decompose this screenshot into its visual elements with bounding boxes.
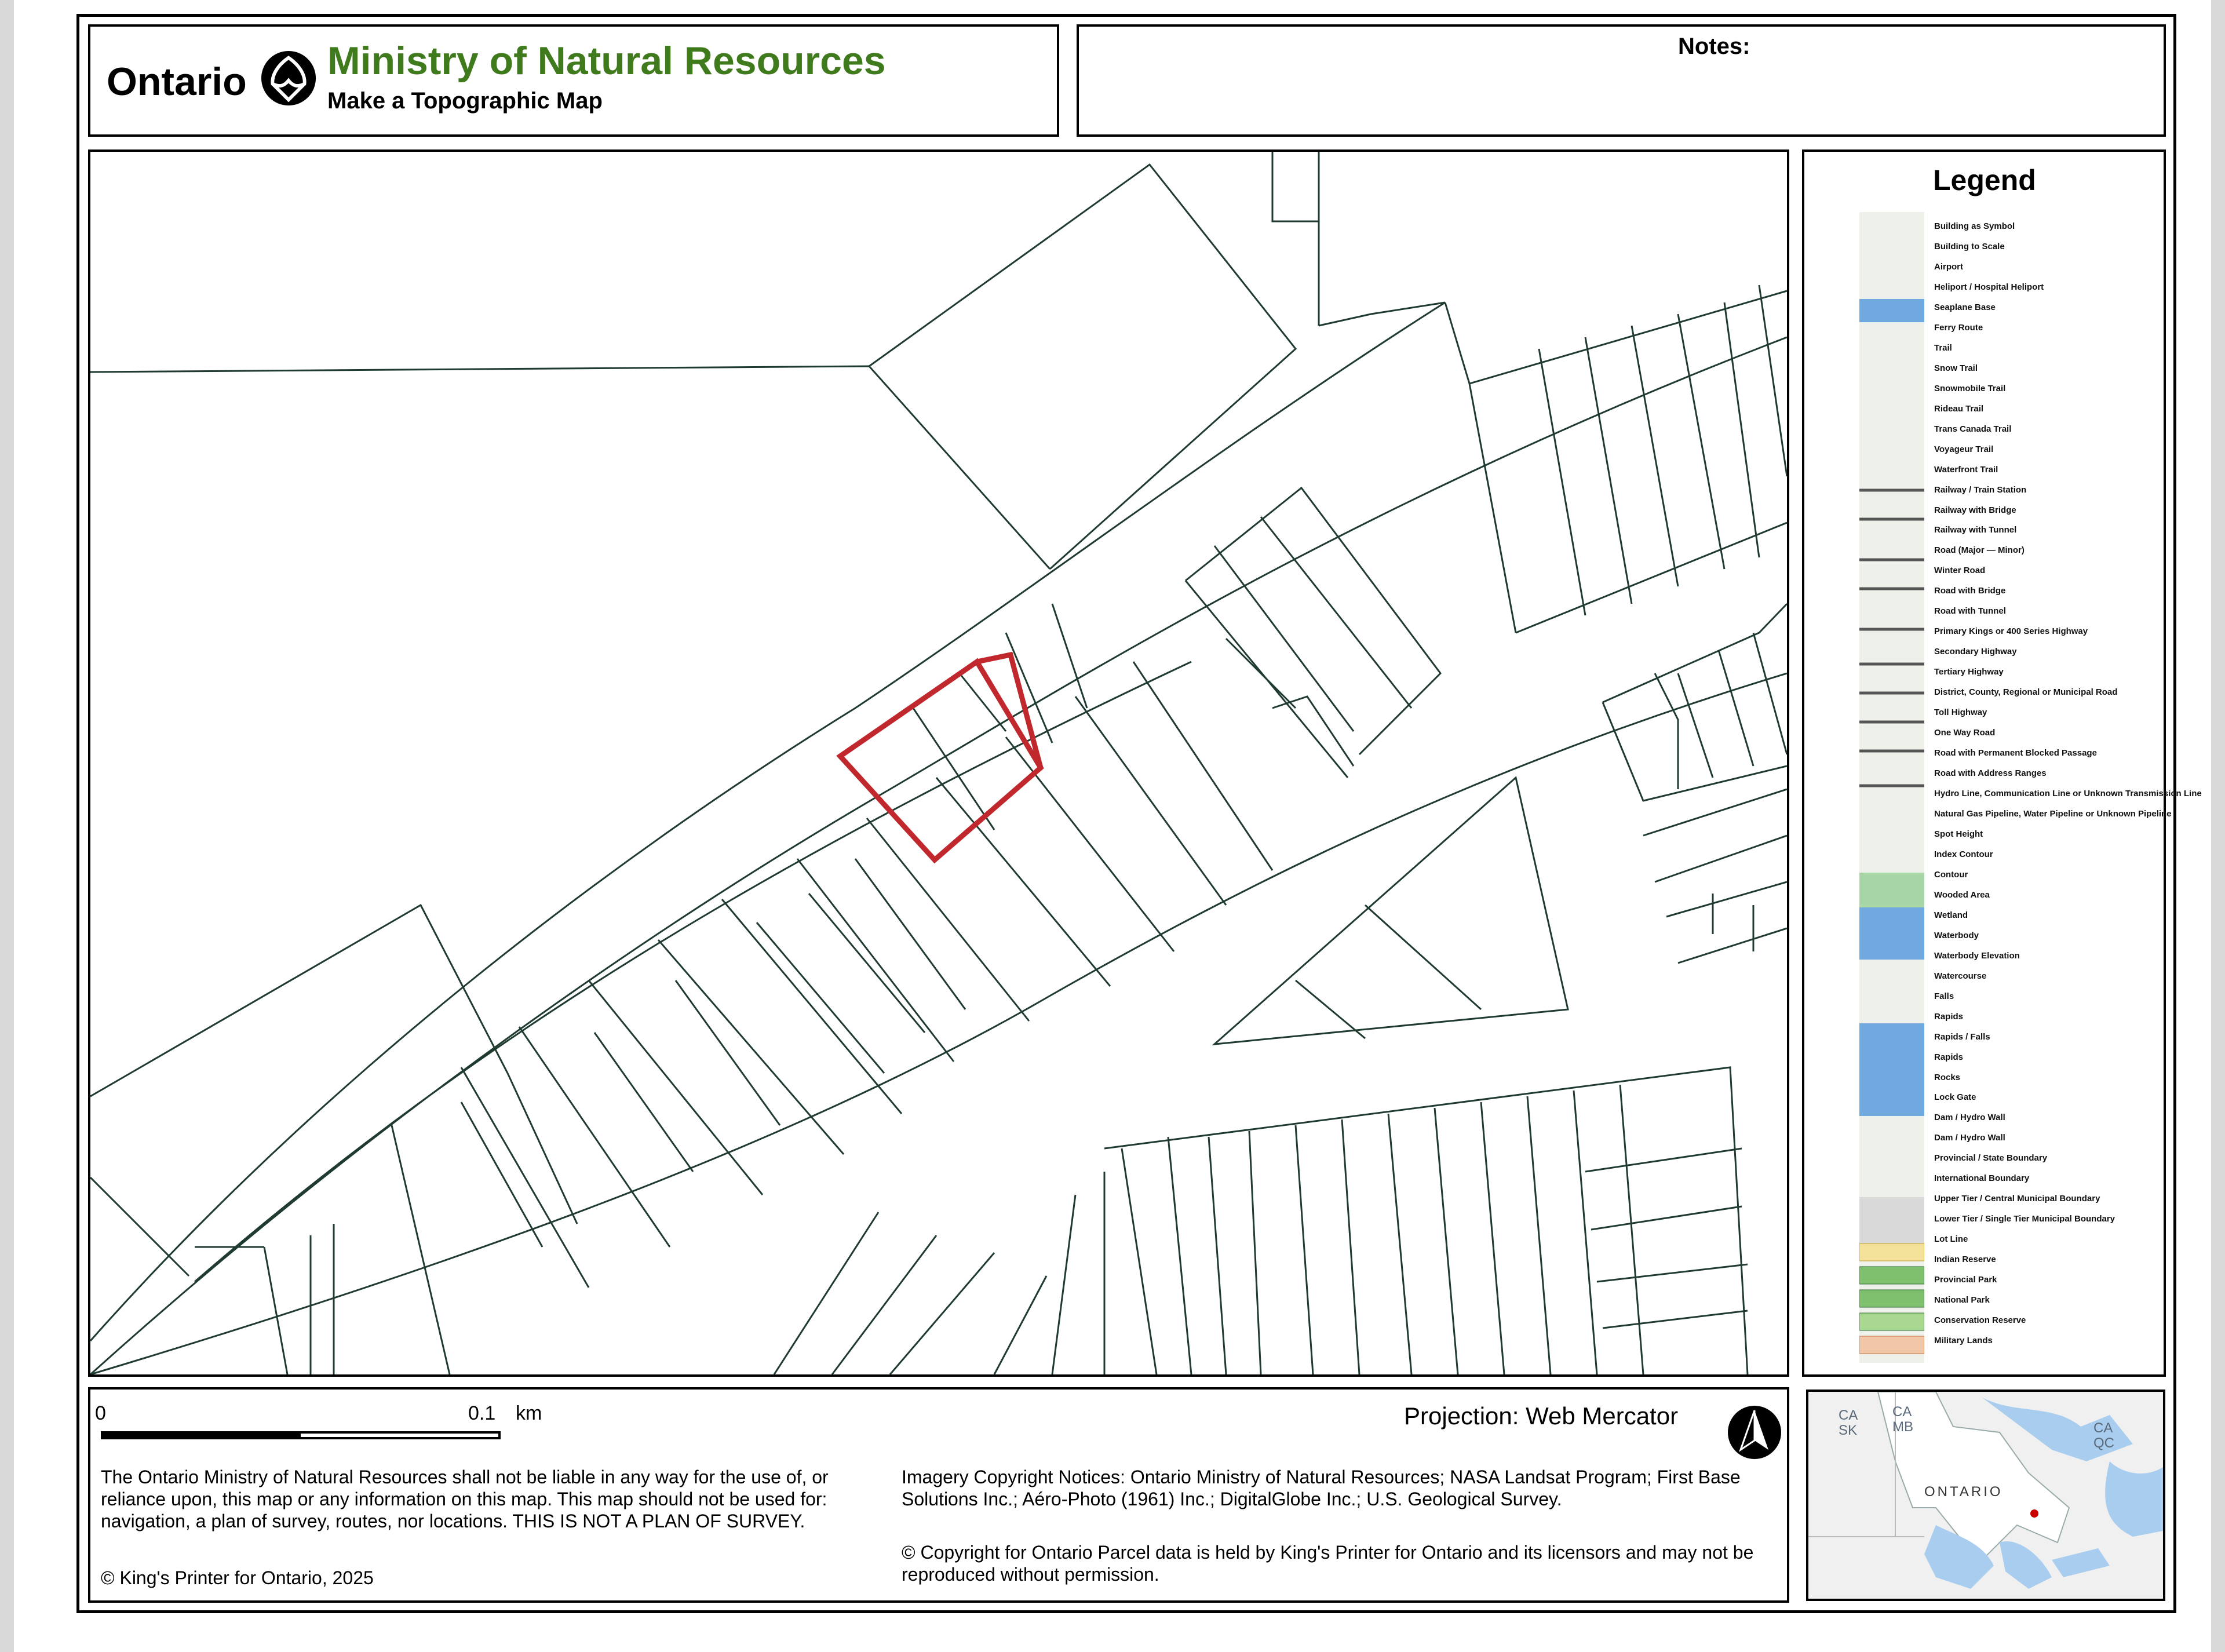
legend-panel — [1802, 149, 2166, 1377]
legend-item: National Park — [1934, 1295, 1990, 1305]
legend-item: Waterbody Elevation — [1934, 950, 2020, 961]
legend-item: Dam / Hydro Wall — [1934, 1113, 2005, 1123]
legend-item: Waterfront Trail — [1934, 464, 1998, 475]
legend-item: Rapids — [1934, 1011, 1964, 1022]
scale-bar — [101, 1431, 501, 1439]
legend-item: Spot Height — [1934, 829, 1983, 839]
legend-item: Upper Tier / Central Municipal Boundary — [1934, 1194, 2100, 1204]
imagery-copyright-notice: Imagery Copyright Notices: Ontario Minis… — [902, 1467, 1741, 1509]
trillium-logo-icon — [261, 50, 316, 106]
legend-item: Trans Canada Trail — [1934, 424, 2012, 434]
legend-item: Rideau Trail — [1934, 403, 1984, 414]
inset-label-qc: CA QC — [2093, 1420, 2114, 1451]
legend-item: Building to Scale — [1934, 241, 2005, 251]
legend-item: Snowmobile Trail — [1934, 383, 2006, 393]
legend-item: Winter Road — [1934, 566, 1986, 576]
legend-item: Road with Tunnel — [1934, 606, 2006, 617]
legend-item: Lock Gate — [1934, 1092, 1976, 1103]
legend-item: Rocks — [1934, 1072, 1961, 1082]
legend-item: Airport — [1934, 261, 1963, 272]
scale-zero-label: 0 — [95, 1402, 106, 1424]
legend-item: Tertiary Highway — [1934, 667, 2004, 677]
legend-item: Dam / Hydro Wall — [1934, 1133, 2005, 1143]
notes-box[interactable] — [1077, 24, 2166, 137]
ontario-logo-word: Ontario — [107, 60, 247, 104]
legend-item: One Way Road — [1934, 728, 1996, 738]
legend-item: Ferry Route — [1934, 322, 1983, 333]
legend-item: Index Contour — [1934, 849, 1993, 859]
legend-item: Secondary Highway — [1934, 647, 2017, 657]
legend-item: Falls — [1934, 991, 1954, 1001]
inset-label-sk: CA SK — [1839, 1407, 1858, 1438]
legend-item: Provincial Park — [1934, 1275, 1997, 1285]
legend-item: Railway with Bridge — [1934, 505, 2016, 515]
legend-item: Natural Gas Pipeline, Water Pipeline or … — [1934, 808, 2172, 819]
legend-item: Railway / Train Station — [1934, 484, 2027, 495]
legend-item: Trail — [1934, 342, 1952, 353]
legend-title: Legend — [1933, 164, 2036, 196]
legend-item: Road with Address Ranges — [1934, 768, 2047, 779]
legend-item: Lower Tier / Single Tier Municipal Bound… — [1934, 1214, 2115, 1224]
kings-printer-copyright: © King's Printer for Ontario, 2025 — [101, 1567, 374, 1588]
scale-value-label: 0.1 — [468, 1402, 496, 1424]
inset-label-mb: CA MB — [1892, 1404, 1913, 1435]
legend-item: Rapids — [1934, 1052, 1964, 1062]
legend-item: Road (Major — Minor) — [1934, 545, 2025, 556]
locator-inset-map: CA SK CA MB CA QC ONTARIO — [1806, 1390, 2165, 1601]
parcel-map[interactable] — [90, 152, 1787, 1374]
liability-disclaimer: The Ontario Ministry of Natural Resource… — [101, 1467, 829, 1531]
legend-item: Toll Highway — [1934, 708, 1987, 718]
legend-item: Seaplane Base — [1934, 302, 1996, 312]
legend-item: Voyageur Trail — [1934, 444, 1994, 454]
legend-item: Primary Kings or 400 Series Highway — [1934, 626, 2088, 637]
legend-item: Snow Trail — [1934, 363, 1978, 373]
legend-item: Railway with Tunnel — [1934, 525, 2017, 535]
legend-item: Road with Bridge — [1934, 586, 2006, 596]
legend-item: International Boundary — [1934, 1173, 2030, 1184]
notes-label: Notes: — [1678, 34, 1750, 59]
legend-item: Wooded Area — [1934, 889, 1990, 900]
legend-item: Wetland — [1934, 910, 1968, 920]
legend-item: Contour — [1934, 869, 1968, 880]
projection-label: Projection: Web Mercator — [1404, 1402, 1679, 1429]
legend-item: Provincial / State Boundary — [1934, 1153, 2048, 1164]
legend-item: Road with Permanent Blocked Passage — [1934, 748, 2097, 758]
legend-item: Heliport / Hospital Heliport — [1934, 282, 2044, 292]
legend-item: Indian Reserve — [1934, 1255, 1996, 1265]
legend-item: Building as Symbol — [1934, 221, 2015, 231]
legend-item: Rapids / Falls — [1934, 1031, 1990, 1042]
legend-symbols-icon — [1859, 299, 1925, 1354]
legend-symbol-strip — [1859, 212, 1925, 1363]
legend-item: Hydro Line, Communication Line or Unknow… — [1934, 789, 2202, 798]
page-subtitle: Make a Topographic Map — [327, 88, 603, 114]
map-panel[interactable] — [88, 149, 1789, 1377]
legend-item: Military Lands — [1934, 1336, 1993, 1346]
inset-label-ontario: ONTARIO — [1924, 1484, 2003, 1500]
scale-unit-label: km — [516, 1402, 542, 1424]
ministry-title: Ministry of Natural Resources — [327, 39, 886, 83]
location-marker-icon — [2030, 1509, 2038, 1518]
north-arrow-icon — [1728, 1406, 1781, 1459]
legend-item: Conservation Reserve — [1934, 1315, 2026, 1326]
map-sheet: Ontario Ministry of Natural Resources Ma… — [14, 0, 2211, 1652]
legend-item: Watercourse — [1934, 971, 1987, 981]
legend-item: Waterbody — [1934, 930, 1979, 940]
parcel-copyright-notice: © Copyright for Ontario Parcel data is h… — [902, 1542, 1754, 1585]
subject-parcel-highlight — [836, 651, 1044, 864]
legend-item: Lot Line — [1934, 1234, 1968, 1245]
legend-item: District, County, Regional or Municipal … — [1934, 687, 2118, 698]
parcel-lines — [90, 152, 1787, 1374]
